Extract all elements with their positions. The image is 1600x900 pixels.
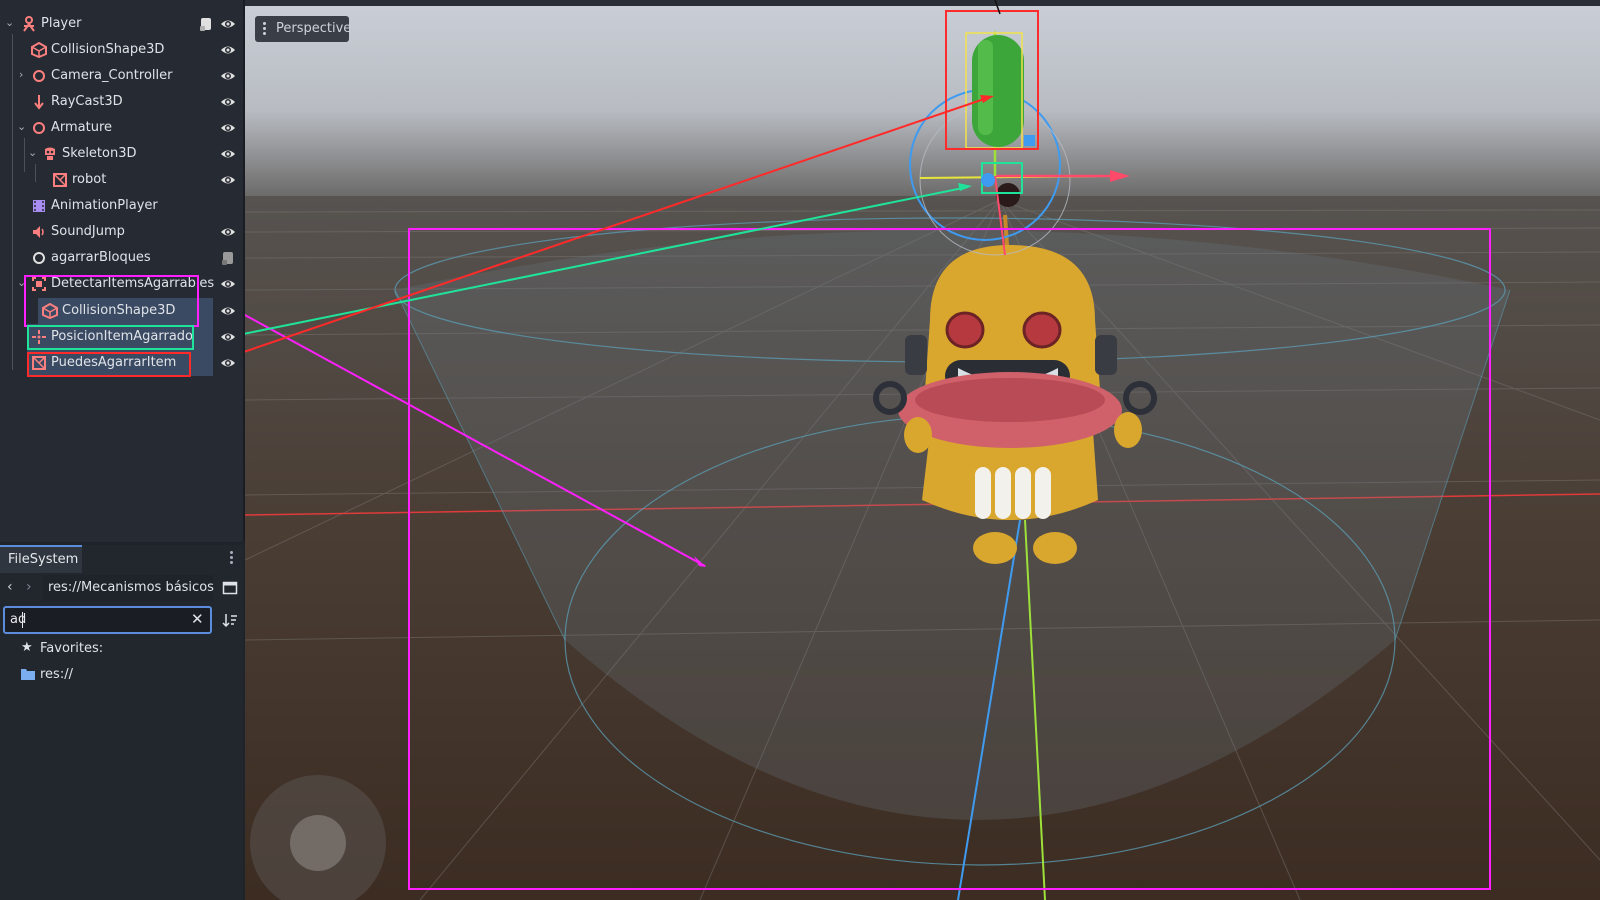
node3d-icon — [33, 122, 45, 134]
res-root-label: res:// — [40, 667, 73, 682]
mesh-icon — [53, 173, 67, 187]
path-text: res://Mecanismos básicos — [48, 580, 214, 595]
scene-node-soundjump[interactable]: SoundJump — [0, 219, 240, 245]
visibility-eye-icon[interactable] — [220, 16, 236, 32]
scene-node-label: robot — [72, 172, 107, 187]
visibility-eye-icon[interactable] — [220, 329, 236, 345]
filesystem-tab[interactable]: FileSystem — [0, 545, 82, 573]
left-dock: ⌄ Player CollisionShape3D › Camera_Contr… — [0, 0, 245, 900]
visibility-eye-icon[interactable] — [220, 172, 236, 188]
kebab-menu-icon[interactable] — [230, 551, 233, 566]
perspective-label: Perspective — [276, 21, 352, 36]
visibility-eye-icon[interactable] — [220, 146, 236, 162]
scene-node-player[interactable]: ⌄ Player — [0, 11, 240, 37]
search-input-value: ad — [10, 612, 27, 627]
favorites-label: Favorites: — [40, 641, 104, 656]
visibility-eye-icon[interactable] — [220, 355, 236, 371]
scene-node-label: agarrarBloques — [51, 250, 151, 265]
scene-node-label: CollisionShape3D — [51, 42, 165, 57]
visibility-eye-icon[interactable] — [220, 303, 236, 319]
visibility-eye-icon[interactable] — [220, 120, 236, 136]
favorites-item[interactable]: ★ Favorites: — [0, 636, 243, 662]
scene-node-agarrarbloques[interactable]: agarrarBloques — [0, 245, 240, 271]
star-icon: ★ — [21, 640, 33, 655]
chevron-down-icon[interactable]: ⌄ — [5, 16, 14, 29]
clear-icon[interactable]: ✕ — [191, 610, 204, 628]
chevron-right-icon[interactable]: › — [19, 68, 23, 81]
scene-node-label: Armature — [51, 120, 113, 135]
scene-node-robot[interactable]: robot — [0, 167, 240, 193]
scene-node-raycast3d[interactable]: RayCast3D — [0, 89, 240, 115]
scene-node-camera-controller[interactable]: › Camera_Controller — [0, 63, 240, 89]
filesystem-dock: FileSystem ‹ › res://Mecanismos básicos … — [0, 545, 243, 900]
visibility-eye-icon[interactable] — [220, 68, 236, 84]
visibility-eye-icon[interactable] — [220, 224, 236, 240]
perspective-menu-button[interactable]: Perspective — [255, 16, 352, 42]
split-view-icon[interactable] — [222, 580, 238, 596]
viewport-scene — [245, 0, 1600, 900]
animation-player-icon — [33, 200, 45, 212]
scene-node-label: RayCast3D — [51, 94, 123, 109]
path-field[interactable]: res://Mecanismos básicos — [43, 575, 214, 601]
script-icon[interactable] — [220, 250, 236, 266]
scene-node-skeleton3d[interactable]: ⌄ Skeleton3D — [0, 141, 240, 167]
res-root-item[interactable]: res:// — [0, 662, 243, 688]
audio-player-icon — [33, 226, 44, 238]
kebab-menu-icon — [263, 22, 266, 36]
node-icon — [33, 252, 45, 264]
3d-viewport[interactable] — [245, 0, 1600, 900]
sort-icon[interactable] — [222, 612, 238, 628]
chevron-down-icon[interactable]: ⌄ — [28, 146, 37, 159]
script-icon[interactable] — [198, 16, 214, 32]
forward-arrow-icon[interactable]: › — [26, 579, 32, 595]
scene-node-label: AnimationPlayer — [51, 198, 158, 213]
node3d-icon — [33, 70, 45, 82]
scene-node-collisionshape3d[interactable]: CollisionShape3D — [0, 37, 240, 63]
back-arrow-icon[interactable]: ‹ — [7, 579, 13, 595]
scene-tree-panel: ⌄ Player CollisionShape3D › Camera_Contr… — [0, 0, 245, 542]
scene-node-label: Camera_Controller — [51, 68, 173, 83]
character-body-icon — [23, 16, 35, 32]
green-highlight-box — [27, 325, 194, 350]
scene-node-label: Skeleton3D — [62, 146, 137, 161]
visibility-eye-icon[interactable] — [220, 42, 236, 58]
scene-node-armature[interactable]: ⌄ Armature — [0, 115, 240, 141]
search-input[interactable]: ad ✕ — [3, 606, 212, 634]
skeleton-icon — [45, 147, 55, 160]
filesystem-tab-label: FileSystem — [8, 552, 79, 567]
visibility-eye-icon[interactable] — [220, 276, 236, 292]
chevron-down-icon[interactable]: ⌄ — [17, 120, 26, 133]
scene-node-animationplayer[interactable]: AnimationPlayer — [0, 193, 240, 219]
collision-shape-icon — [31, 42, 47, 58]
scene-node-label: Player — [41, 16, 82, 31]
red-highlight-box — [27, 352, 191, 377]
folder-icon — [21, 669, 35, 680]
scene-node-label: SoundJump — [51, 224, 125, 239]
magenta-highlight-box — [24, 275, 199, 327]
text-caret — [22, 612, 23, 628]
raycast-icon — [34, 95, 44, 110]
visibility-eye-icon[interactable] — [220, 94, 236, 110]
